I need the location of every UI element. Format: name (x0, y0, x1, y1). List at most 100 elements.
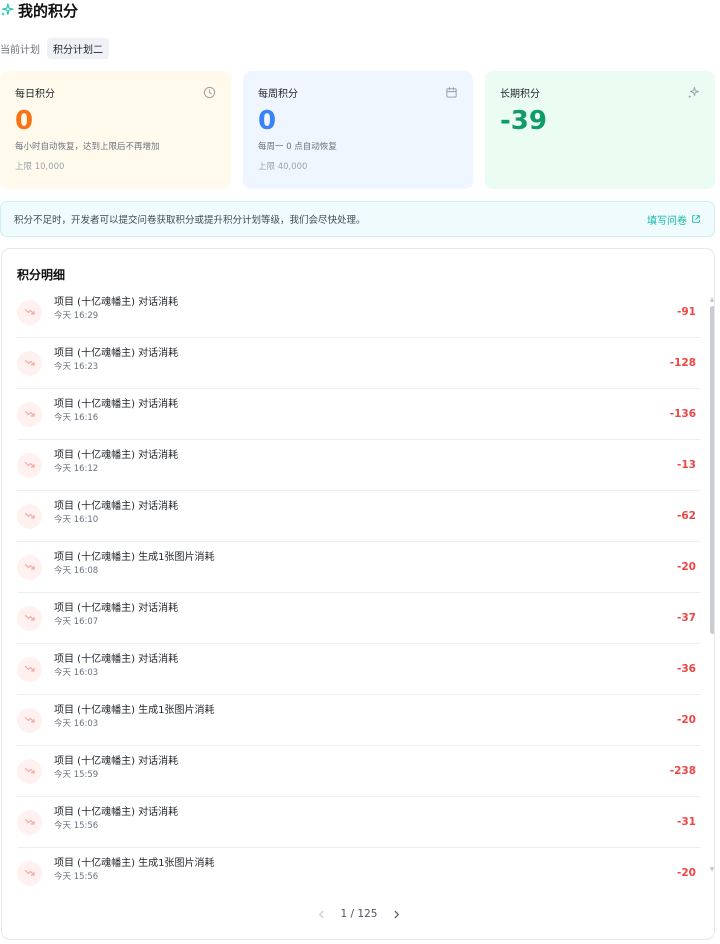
long-term-points-value: -39 (500, 106, 547, 136)
scroll-up-arrow[interactable]: ▲ (709, 297, 714, 303)
item-time: 今天 15:59 (54, 769, 99, 780)
list-item: 项目 (十亿魂幡主) 对话消耗 今天 15:56 -31 (17, 797, 700, 848)
questionnaire-link-label: 填写问卷 (647, 215, 687, 227)
sparkle-icon (0, 3, 14, 17)
chevron-left-icon (318, 910, 324, 918)
item-description: 项目 (十亿魂幡主) 对话消耗 (54, 653, 179, 665)
daily-points-desc: 每小时自动恢复，达到上限后不再增加 (15, 142, 160, 152)
weekly-points-label: 每周积分 (258, 89, 298, 100)
item-description: 项目 (十亿魂幡主) 对话消耗 (54, 806, 179, 818)
item-time: 今天 16:07 (54, 616, 99, 627)
trend-down-icon (17, 809, 42, 835)
trend-down-icon (17, 707, 42, 733)
trend-down-icon (17, 350, 42, 376)
item-text: 项目 (十亿魂幡主) 生成1张图片消耗 今天 16:03 (54, 704, 656, 731)
list-item: 项目 (十亿魂幡主) 生成1张图片消耗 今天 15:56 -20 (17, 848, 700, 889)
list-item: 项目 (十亿魂幡主) 对话消耗 今天 16:29 -91 (17, 287, 700, 338)
item-description: 项目 (十亿魂幡主) 生成1张图片消耗 (54, 551, 215, 563)
list-item: 项目 (十亿魂幡主) 生成1张图片消耗 今天 16:03 -20 (17, 695, 700, 746)
list-item: 项目 (十亿魂幡主) 对话消耗 今天 16:07 -37 (17, 593, 700, 644)
item-amount: -128 (669, 357, 696, 369)
item-description: 项目 (十亿魂幡主) 对话消耗 (54, 755, 179, 767)
daily-points-card: 每日积分 0 每小时自动恢复，达到上限后不再增加 上限 10,000 (0, 71, 231, 189)
points-details-list[interactable]: 项目 (十亿魂幡主) 对话消耗 今天 16:29 -91 项目 (十亿魂幡主) 对话消… (17, 287, 700, 889)
item-text: 项目 (十亿魂幡主) 对话消耗 今天 16:12 (54, 449, 656, 476)
long-term-points-card: 长期积分 -39 (485, 71, 715, 189)
item-description: 项目 (十亿魂幡主) 对话消耗 (54, 296, 179, 308)
next-page-button[interactable] (389, 907, 403, 921)
daily-points-value: 0 (15, 106, 34, 136)
item-amount: -20 (677, 561, 696, 573)
item-time: 今天 16:29 (54, 310, 99, 321)
details-title: 积分明细 (17, 268, 66, 282)
list-item: 项目 (十亿魂幡主) 对话消耗 今天 16:12 -13 (17, 440, 700, 491)
list-item: 项目 (十亿魂幡主) 对话消耗 今天 15:59 -238 (17, 746, 700, 797)
weekly-points-value: 0 (258, 106, 277, 136)
trend-down-icon (17, 401, 42, 427)
scroll-down-arrow[interactable]: ▼ (709, 867, 714, 873)
item-time: 今天 16:03 (54, 667, 99, 678)
item-description: 项目 (十亿魂幡主) 对话消耗 (54, 500, 179, 512)
calendar-icon (446, 87, 457, 98)
item-amount: -136 (669, 408, 696, 420)
item-text: 项目 (十亿魂幡主) 对话消耗 今天 15:56 (54, 806, 656, 833)
clock-icon (203, 86, 216, 99)
item-amount: -238 (669, 765, 696, 777)
page-header: 我的积分 (0, 0, 78, 20)
scrollbar-thumb[interactable] (710, 306, 714, 634)
item-text: 项目 (十亿魂幡主) 对话消耗 今天 16:16 (54, 398, 656, 425)
daily-points-label: 每日积分 (15, 89, 55, 100)
item-time: 今天 16:16 (54, 412, 99, 423)
trend-down-icon (17, 605, 42, 631)
item-time: 今天 16:08 (54, 565, 99, 576)
item-description: 项目 (十亿魂幡主) 对话消耗 (54, 602, 179, 614)
item-amount: -20 (677, 714, 696, 726)
item-amount: -91 (677, 306, 696, 318)
item-text: 项目 (十亿魂幡主) 生成1张图片消耗 今天 16:08 (54, 551, 656, 578)
page-indicator: 1 / 125 (340, 908, 378, 920)
item-text: 项目 (十亿魂幡主) 对话消耗 今天 16:03 (54, 653, 656, 680)
item-text: 项目 (十亿魂幡主) 对话消耗 今天 16:10 (54, 500, 656, 527)
notice-text: 积分不足时，开发者可以提交问卷获取积分或提升积分计划等级，我们会尽快处理。 (14, 215, 366, 226)
list-item: 项目 (十亿魂幡主) 对话消耗 今天 16:03 -36 (17, 644, 700, 695)
weekly-points-desc: 每周一 0 点自动恢复 (258, 142, 337, 152)
sparkles-icon (687, 86, 700, 99)
list-item: 项目 (十亿魂幡主) 对话消耗 今天 16:16 -136 (17, 389, 700, 440)
item-amount: -36 (677, 663, 696, 675)
trend-down-icon (17, 452, 42, 478)
item-amount: -13 (677, 459, 696, 471)
external-link-icon (692, 215, 700, 223)
notice-banner: 积分不足时，开发者可以提交问卷获取积分或提升积分计划等级，我们会尽快处理。 填写… (0, 201, 715, 237)
points-details-panel: 积分明细 项目 (十亿魂幡主) 对话消耗 今天 16:29 -91 项目 (十亿魂幡主… (1, 248, 715, 940)
prev-page-button[interactable] (315, 907, 329, 921)
list-item: 项目 (十亿魂幡主) 对话消耗 今天 16:23 -128 (17, 338, 700, 389)
item-description: 项目 (十亿魂幡主) 对话消耗 (54, 347, 179, 359)
trend-down-icon (17, 554, 42, 580)
page-title: 我的积分 (18, 1, 79, 20)
daily-points-limit: 上限 10,000 (15, 162, 65, 172)
plan-label: 当前计划 (0, 44, 40, 56)
item-text: 项目 (十亿魂幡主) 对话消耗 今天 16:23 (54, 347, 656, 374)
plan-badge: 积分计划二 (47, 37, 109, 59)
item-time: 今天 15:56 (54, 820, 99, 831)
long-term-points-label: 长期积分 (500, 89, 540, 100)
item-time: 今天 15:56 (54, 871, 99, 882)
item-time: 今天 16:10 (54, 514, 99, 525)
weekly-points-card: 每周积分 0 每周一 0 点自动恢复 上限 40,000 (243, 71, 473, 189)
trend-down-icon (17, 758, 42, 784)
item-amount: -31 (677, 816, 696, 828)
item-text: 项目 (十亿魂幡主) 对话消耗 今天 16:29 (54, 296, 656, 323)
item-text: 项目 (十亿魂幡主) 对话消耗 今天 15:59 (54, 755, 656, 782)
item-description: 项目 (十亿魂幡主) 生成1张图片消耗 (54, 704, 215, 716)
trend-down-icon (17, 860, 42, 886)
item-time: 今天 16:23 (54, 361, 99, 372)
list-item: 项目 (十亿魂幡主) 生成1张图片消耗 今天 16:08 -20 (17, 542, 700, 593)
item-time: 今天 16:12 (54, 463, 99, 474)
questionnaire-link[interactable]: 填写问卷 (647, 212, 701, 227)
pagination: 1 / 125 (2, 904, 714, 924)
current-plan: 当前计划 积分计划二 (0, 37, 109, 59)
item-description: 项目 (十亿魂幡主) 对话消耗 (54, 398, 179, 410)
item-amount: -20 (677, 867, 696, 879)
trend-down-icon (17, 656, 42, 682)
item-amount: -62 (677, 510, 696, 522)
